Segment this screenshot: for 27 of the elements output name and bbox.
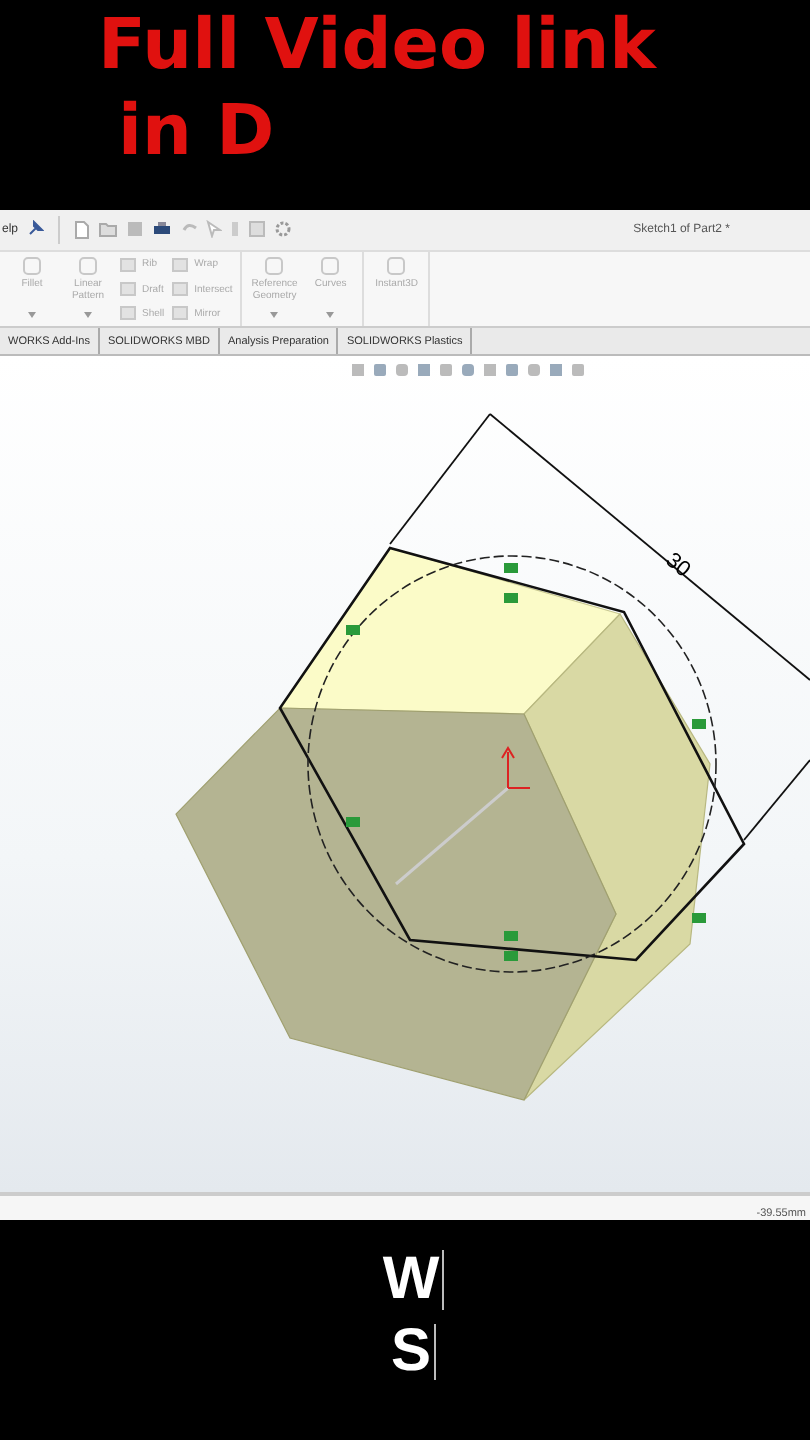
new-document-icon[interactable]	[74, 219, 91, 240]
relation-marker	[504, 563, 518, 574]
relation-marker	[504, 593, 518, 604]
print-icon[interactable]	[152, 220, 173, 239]
origin-icon	[501, 746, 531, 790]
relation-marker	[692, 719, 706, 730]
relation-marker	[692, 913, 706, 924]
caret-icon[interactable]	[270, 312, 279, 319]
overlay-letter: S	[390, 1318, 431, 1386]
relation-marker	[346, 625, 360, 636]
overlay-letter: W	[382, 1246, 440, 1314]
relation-marker	[346, 817, 360, 828]
pointer-icon[interactable]	[206, 220, 223, 239]
caret-icon[interactable]	[326, 312, 335, 319]
settings-icon[interactable]	[274, 220, 293, 239]
relation-marker	[504, 951, 518, 962]
dimension-value[interactable]: 30	[660, 548, 695, 583]
relation-marker	[504, 931, 518, 942]
folder-icon[interactable]	[98, 220, 119, 239]
save-icon[interactable]	[126, 220, 145, 239]
pin-icon[interactable]	[26, 220, 45, 239]
video-title: Full Video link	[98, 4, 659, 90]
caret-icon[interactable]	[84, 312, 92, 319]
video-title: in D	[116, 90, 277, 176]
file-properties-icon[interactable]	[248, 220, 267, 239]
caret-icon[interactable]	[28, 312, 36, 319]
construction-line	[395, 787, 509, 886]
